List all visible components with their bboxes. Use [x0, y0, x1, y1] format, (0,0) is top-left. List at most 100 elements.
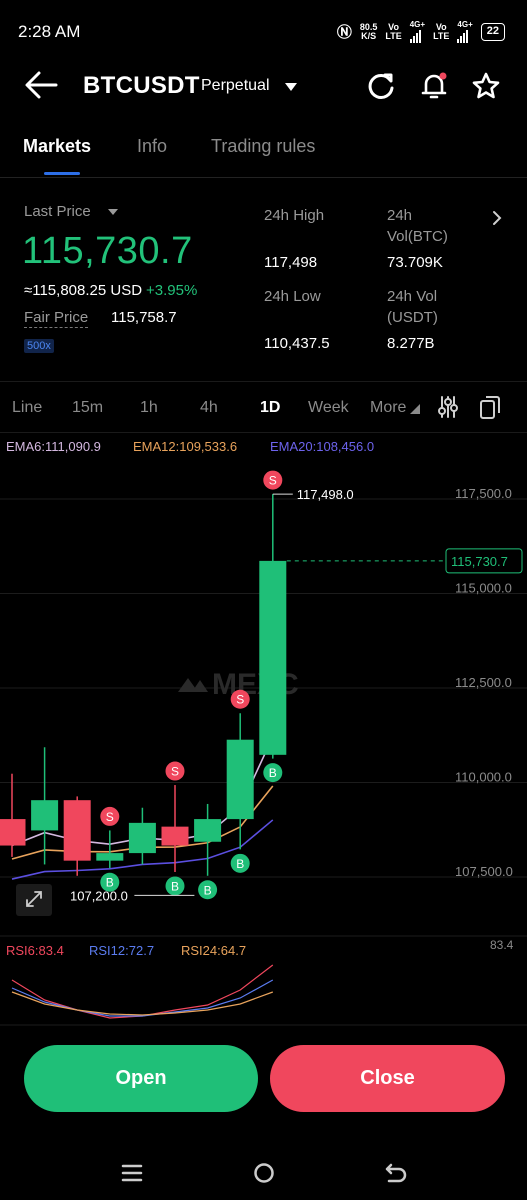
price-axis-label: 117,500.0 — [455, 486, 512, 501]
sim2-volte: Vo LTE — [433, 21, 450, 41]
buy-signal: B — [230, 853, 250, 873]
rsi6-legend: RSI6:83.4 — [6, 943, 64, 958]
ema20-legend: EMA20:108,456.0 — [270, 439, 375, 454]
stat-high: 117,498 — [264, 254, 318, 271]
price-axis-label: 110,000.0 — [455, 770, 512, 785]
buy-signal: B — [263, 763, 283, 783]
copy-chart-icon[interactable] — [479, 394, 501, 420]
tab-trading-rules[interactable]: Trading rules — [211, 136, 315, 157]
price-axis-label: 115,000.0 — [455, 581, 512, 596]
battery-icon: 22 — [480, 22, 505, 41]
candle-body — [226, 739, 254, 820]
expand-icon — [16, 884, 52, 916]
app-header: BTCUSDT Perpetual — [0, 60, 527, 112]
candle-body — [194, 819, 222, 842]
last-price-label[interactable]: Last Price — [24, 203, 91, 220]
rsi-panel — [11, 964, 274, 1019]
stat-vol-btc-label: 24h Vol(BTC) — [387, 207, 448, 245]
sim1-signal: 4G+ — [409, 20, 425, 43]
tab-markets[interactable]: Markets — [23, 136, 91, 157]
sell-signal: S — [100, 806, 120, 826]
leverage-badge: 500x — [24, 339, 54, 353]
open-button[interactable]: Open — [24, 1045, 258, 1112]
buy-signal: B — [198, 880, 218, 900]
close-button[interactable]: Close — [270, 1045, 505, 1112]
candle-body — [259, 560, 287, 755]
tab-info[interactable]: Info — [137, 136, 167, 157]
timeframe-more[interactable]: More — [370, 399, 406, 417]
rsi24-legend: RSI24:64.7 — [181, 943, 247, 958]
ema6-legend: EMA6:111,090.9 — [6, 439, 101, 454]
sell-signal: S — [263, 470, 283, 490]
bell-icon[interactable] — [419, 71, 449, 101]
status-icons: Ⓝ 80.5 K/S Vo LTE 4G+ Vo LTE 4G+ 22 — [337, 20, 505, 43]
candle-body — [128, 822, 156, 854]
timeframe-4h[interactable]: 4h — [200, 399, 218, 417]
nfc-icon: Ⓝ — [336, 24, 352, 41]
candle-body — [31, 800, 59, 831]
back-arrow-icon[interactable] — [24, 70, 58, 100]
candle-body — [63, 800, 91, 861]
fair-price-label[interactable]: Fair Price — [24, 309, 89, 328]
signal-letter: B — [269, 766, 277, 780]
back-icon[interactable] — [383, 1160, 409, 1186]
last-price: 115,730.7 — [22, 230, 193, 272]
timeframe-bar: Line 15m 1h 4h 1D Week More — [0, 381, 527, 433]
buy-signal: B — [165, 876, 185, 896]
caret-down-icon[interactable] — [108, 209, 118, 215]
sell-signal: S — [230, 689, 250, 709]
rsi6-line — [11, 964, 274, 1019]
price-axis-label: 112,500.0 — [455, 675, 512, 690]
current-price-tag: 115,730.7 — [451, 554, 508, 569]
star-icon[interactable] — [471, 71, 501, 101]
timeframe-1h[interactable]: 1h — [140, 399, 158, 417]
more-caret-icon[interactable] — [410, 404, 420, 414]
home-icon[interactable] — [251, 1160, 277, 1186]
high-marker-label: 117,498.0 — [297, 487, 354, 502]
low-marker-label: 107,200.0 — [70, 888, 128, 903]
trading-pair[interactable]: BTCUSDT — [83, 72, 200, 100]
timeframe-week[interactable]: Week — [308, 399, 349, 417]
rsi12-line — [11, 979, 274, 1017]
rsi12-legend: RSI12:72.7 — [89, 943, 155, 958]
candlestick-chart[interactable]: MEXC 117,500.0115,000.0112,500.0110,000.… — [0, 460, 527, 1038]
price-change: +3.95% — [146, 282, 198, 299]
system-nav-bar — [0, 1140, 527, 1200]
stat-low-label: 24h Low — [264, 288, 321, 305]
tab-active-indicator — [44, 172, 80, 175]
refresh-icon[interactable] — [366, 71, 396, 101]
indicator-settings-icon[interactable] — [437, 395, 459, 419]
sim1-volte: Vo LTE — [385, 21, 402, 41]
signal-letter: B — [236, 857, 244, 871]
price-chart[interactable]: MEXC 117,500.0 115,000.0 112,500.0 110,000.… — [0, 460, 527, 1038]
timeframe-1d[interactable]: 1D — [260, 399, 280, 417]
usd-equivalent: ≈115,808.25 USD +3.95% — [24, 282, 198, 299]
ema12-legend: EMA12:109,533.6 — [133, 439, 238, 454]
recents-icon[interactable] — [119, 1160, 145, 1186]
signal-letter: S — [106, 810, 114, 824]
signal-letter: S — [236, 693, 244, 707]
signal-letter: S — [171, 765, 179, 779]
signal-letter: S — [269, 474, 277, 488]
timeframe-15m[interactable]: 15m — [72, 399, 103, 417]
status-bar: 2:28 AM Ⓝ 80.5 K/S Vo LTE 4G+ Vo LTE 4G+… — [0, 0, 527, 64]
caret-down-icon[interactable] — [285, 83, 297, 91]
chevron-right-icon[interactable] — [490, 210, 504, 226]
signal-letter: B — [171, 880, 179, 894]
contract-type[interactable]: Perpetual — [201, 77, 270, 95]
signal-letter: B — [204, 883, 212, 897]
sell-signal: S — [165, 761, 185, 781]
tab-bar: Markets Info Trading rules — [0, 126, 527, 178]
price-axis-label: 107,500.0 — [455, 864, 513, 879]
signal-icon — [409, 29, 425, 43]
stat-vol-usdt: 8.277B — [387, 335, 435, 352]
sim2-signal: 4G+ — [457, 20, 473, 43]
signal-icon — [457, 29, 472, 43]
timeframe-line[interactable]: Line — [12, 399, 42, 417]
stat-low: 110,437.5 — [264, 335, 330, 352]
status-time: 2:28 AM — [18, 22, 81, 41]
rsi-scale-top: 83.4 — [490, 938, 514, 952]
price-axis: 117,500.0 115,000.0 112,500.0 110,000.0 107,… — [455, 486, 513, 879]
stat-vol-btc: 73.709K — [387, 254, 443, 271]
stat-vol-usdt-label: 24h Vol (USDT) — [387, 288, 438, 326]
